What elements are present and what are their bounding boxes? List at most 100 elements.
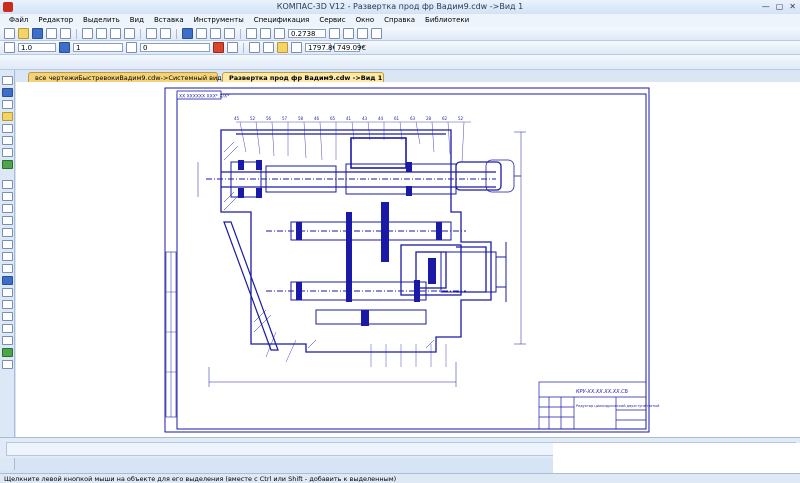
tab-view-1[interactable]: Развертка прод фр Вадим9.cdw ->Вид 1 <box>222 72 384 82</box>
parametrization-icon[interactable] <box>2 124 13 133</box>
cut-icon[interactable] <box>82 28 93 39</box>
svg-text:57: 57 <box>282 116 288 121</box>
segment-icon[interactable] <box>2 204 13 213</box>
notation-icon[interactable] <box>2 100 13 109</box>
help-icon[interactable] <box>224 28 235 39</box>
style-select[interactable]: 0 <box>140 43 210 52</box>
line-icon[interactable] <box>2 192 13 201</box>
compact-toolbar <box>0 70 15 470</box>
svg-text:52: 52 <box>458 116 464 121</box>
status-bar: Щелкните левой кнопкой мыши на объекте д… <box>0 473 800 483</box>
menu-select[interactable]: Выделить <box>78 14 125 27</box>
pan-icon[interactable] <box>329 28 340 39</box>
view-icon[interactable] <box>2 360 13 369</box>
magnet-icon[interactable] <box>213 42 224 53</box>
svg-text:58: 58 <box>298 116 304 121</box>
dimensions-icon[interactable] <box>2 88 13 97</box>
standard-toolbar: 0.2738 <box>0 27 800 41</box>
cursor-icon[interactable] <box>291 42 302 53</box>
tab-system-view[interactable]: все чертежиБыстревокиВадим9.cdw->Системн… <box>28 72 222 82</box>
circle-icon[interactable] <box>2 216 13 225</box>
menu-insert[interactable]: Вставка <box>149 14 189 27</box>
svg-text:62: 62 <box>442 116 448 121</box>
rotate-icon[interactable] <box>371 28 382 39</box>
contour-icon[interactable] <box>2 336 13 345</box>
zoom-input[interactable]: 0.2738 <box>288 29 326 38</box>
app-icon <box>3 2 13 12</box>
menu-view[interactable]: Вид <box>125 14 149 27</box>
style-icon[interactable] <box>126 42 137 53</box>
local-cs-icon[interactable] <box>263 42 274 53</box>
svg-text:52: 52 <box>250 116 256 121</box>
menu-file[interactable]: Файл <box>4 14 33 27</box>
select-icon[interactable] <box>2 148 13 157</box>
print-icon[interactable] <box>46 28 57 39</box>
svg-text:61: 61 <box>394 116 400 121</box>
separator <box>76 28 77 39</box>
equidistant-icon[interactable] <box>2 324 13 333</box>
menu-tools[interactable]: Инструменты <box>189 14 249 27</box>
close-icon[interactable]: ✕ <box>789 1 796 13</box>
title-block-name: Редуктор цилиндрический двухступенчатый <box>576 404 659 408</box>
minimize-icon[interactable]: — <box>762 1 770 13</box>
preview-icon[interactable] <box>60 28 71 39</box>
ellipse-icon[interactable] <box>2 240 13 249</box>
info-area <box>553 443 800 473</box>
coord-y-field[interactable]: 749.09€ <box>334 43 366 52</box>
hatch-icon[interactable] <box>2 276 13 285</box>
measure-icon[interactable] <box>2 136 13 145</box>
open-file-icon[interactable] <box>18 28 29 39</box>
redo-icon[interactable] <box>160 28 171 39</box>
arc-icon[interactable] <box>2 228 13 237</box>
svg-text:56: 56 <box>266 116 272 121</box>
geometry-icon[interactable] <box>2 76 13 85</box>
spline-icon[interactable] <box>2 312 13 321</box>
copy-icon[interactable] <box>96 28 107 39</box>
zoom-window-icon[interactable] <box>274 28 285 39</box>
menu-edit[interactable]: Редактор <box>33 14 78 27</box>
separator <box>243 42 244 53</box>
ortho-icon[interactable] <box>249 42 260 53</box>
fillet-icon[interactable] <box>2 300 13 309</box>
paste-icon[interactable] <box>110 28 121 39</box>
menu-service[interactable]: Сервис <box>314 14 350 27</box>
manager-icon[interactable] <box>182 28 193 39</box>
separator <box>140 28 141 39</box>
svg-text:44: 44 <box>378 116 384 121</box>
grid-icon[interactable] <box>4 42 15 53</box>
separator <box>176 28 177 39</box>
new-file-icon[interactable] <box>4 28 15 39</box>
show-all-icon[interactable] <box>357 28 368 39</box>
coord-x-field[interactable]: 1797.8€ <box>305 43 337 52</box>
menu-specification[interactable]: Спецификация <box>249 14 315 27</box>
edit-icon[interactable] <box>2 112 13 121</box>
zoom-out-icon[interactable] <box>260 28 271 39</box>
undo-icon[interactable] <box>146 28 157 39</box>
title-bar: КОМПАС-3D V12 - Развертка прод фр Вадим9… <box>0 0 800 14</box>
point-icon[interactable] <box>2 180 13 189</box>
format-icon[interactable] <box>124 28 135 39</box>
svg-text:45: 45 <box>234 116 240 121</box>
zoom-in-icon[interactable] <box>246 28 257 39</box>
round-icon[interactable] <box>277 42 288 53</box>
macro-icon[interactable] <box>2 348 13 357</box>
menu-window[interactable]: Окно <box>351 14 380 27</box>
menu-libraries[interactable]: Библиотеки <box>420 14 474 27</box>
layer-select[interactable]: 1 <box>73 43 123 52</box>
layer-icon[interactable] <box>59 42 70 53</box>
save-icon[interactable] <box>32 28 43 39</box>
chamfer-icon[interactable] <box>2 288 13 297</box>
line-width-select[interactable]: 1.0 <box>18 43 56 52</box>
drawing-canvas[interactable]: ХХ ХХХХХХ ХХХ* Х/Х* 45 52 56 57 58 46 65… <box>16 82 800 437</box>
spec-icon[interactable] <box>2 160 13 169</box>
refresh-icon[interactable] <box>343 28 354 39</box>
status-hint: Щелкните левой кнопкой мыши на объекте д… <box>4 475 397 483</box>
maximize-icon[interactable]: ▢ <box>776 1 784 13</box>
library-icon[interactable] <box>196 28 207 39</box>
snap-icon[interactable] <box>227 42 238 53</box>
variables-icon[interactable] <box>210 28 221 39</box>
window-title: КОМПАС-3D V12 - Развертка прод фр Вадим9… <box>276 2 524 11</box>
rectangle-icon[interactable] <box>2 252 13 261</box>
polyline-icon[interactable] <box>2 264 13 273</box>
menu-help[interactable]: Справка <box>379 14 420 27</box>
